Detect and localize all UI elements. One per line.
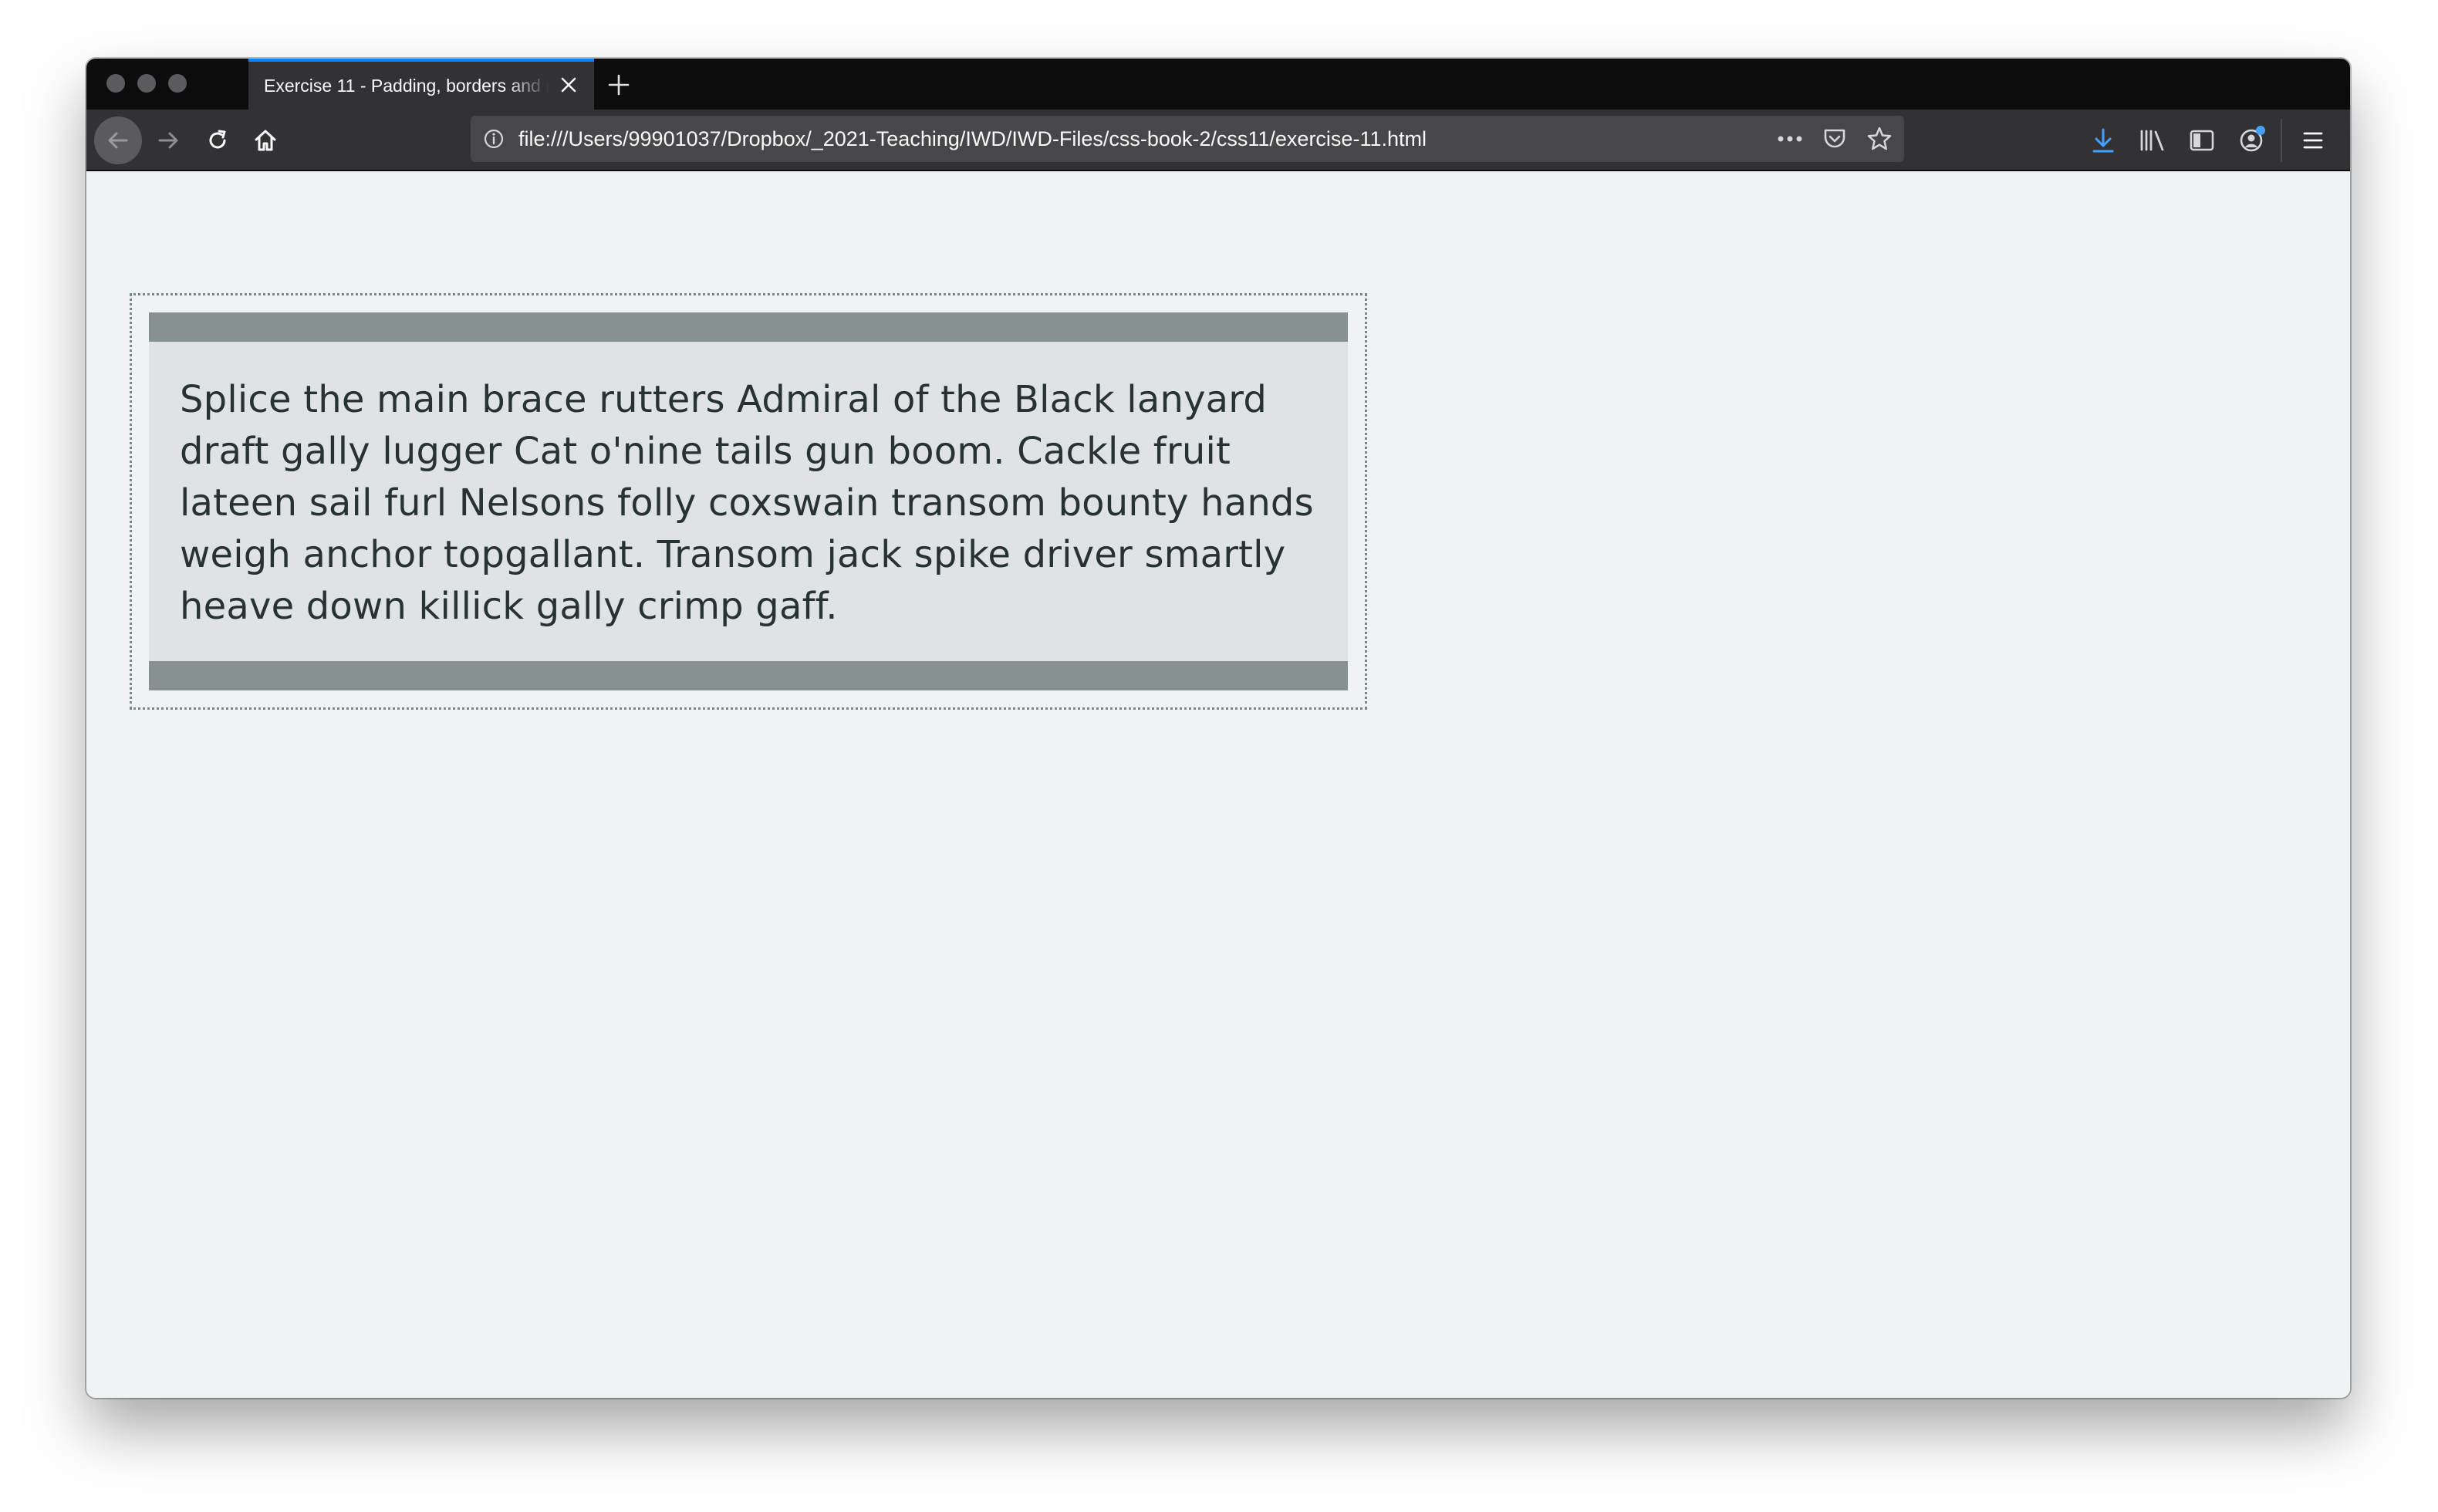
browser-window: Exercise 11 - Padding, borders and margi… [86,59,2350,1398]
close-icon[interactable] [555,72,582,98]
back-arrow-icon[interactable] [94,116,142,164]
tab-strip: Exercise 11 - Padding, borders and margi… [86,59,2350,110]
toolbar-separator [2281,119,2282,162]
window-zoom-button[interactable] [168,74,187,93]
bordered-padded-box: Splice the main brace rutters Admiral of… [149,312,1348,690]
more-dots-icon[interactable] [1774,123,1805,154]
sidebar-icon[interactable] [2180,119,2224,162]
reload-icon[interactable] [196,119,239,162]
notification-dot [2256,126,2265,135]
window-minimize-button[interactable] [137,74,156,93]
navigation-toolbar: file:///Users/99901037/Dropbox/_2021-Tea… [86,110,2350,171]
tab-title: Exercise 11 - Padding, borders and margi… [264,76,549,96]
home-icon[interactable] [244,119,287,162]
library-icon[interactable] [2131,119,2174,162]
tab-active[interactable]: Exercise 11 - Padding, borders and margi… [248,59,594,110]
pocket-icon[interactable] [1819,123,1850,154]
paragraph-text: Splice the main brace rutters Admiral of… [180,378,1314,628]
dotted-outline-box: Splice the main brace rutters Admiral of… [130,293,1367,710]
account-icon[interactable] [2230,119,2273,162]
url-bar[interactable]: file:///Users/99901037/Dropbox/_2021-Tea… [471,116,1904,162]
plus-icon[interactable] [603,69,634,100]
info-icon[interactable] [481,127,506,151]
star-icon[interactable] [1864,123,1895,154]
window-close-button[interactable] [106,74,125,93]
page-viewport: Splice the main brace rutters Admiral of… [86,171,2350,1398]
hamburger-menu-icon[interactable] [2291,119,2335,162]
download-icon[interactable] [2082,119,2125,162]
forward-arrow-icon[interactable] [147,119,190,162]
url-text: file:///Users/99901037/Dropbox/_2021-Tea… [518,127,1427,150]
